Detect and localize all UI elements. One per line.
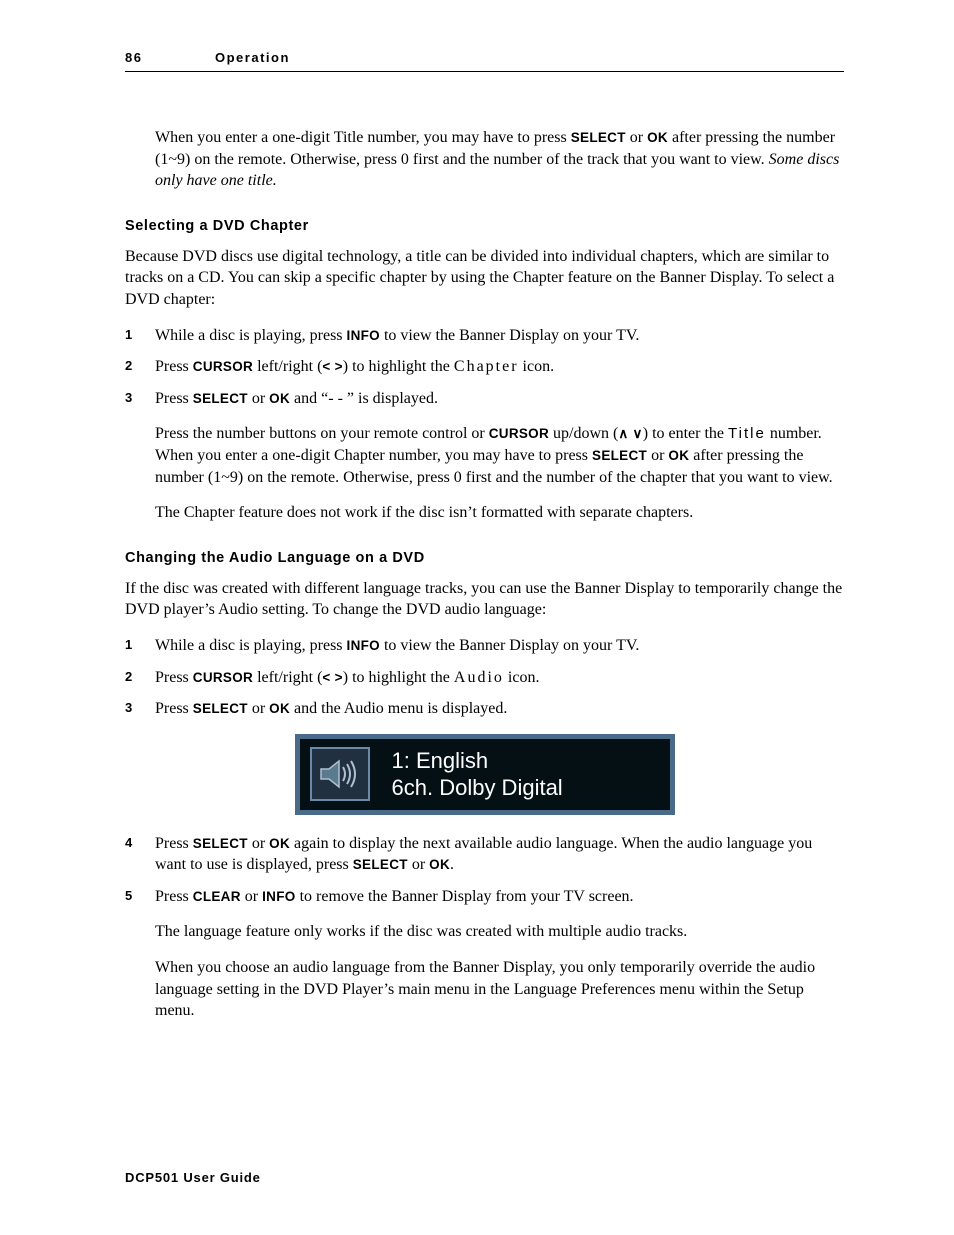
text: While a disc is playing, press xyxy=(155,327,347,344)
text: Press xyxy=(155,669,193,686)
text: to view the Banner Display on your TV. xyxy=(380,327,639,344)
step-1: While a disc is playing, press INFO to v… xyxy=(125,635,844,657)
chapter-note-1: Press the number buttons on your remote … xyxy=(155,423,844,488)
step-2: Press CURSOR left/right (< >) to highlig… xyxy=(125,356,844,378)
content: When you enter a one-digit Title number,… xyxy=(155,127,844,192)
text: left/right ( xyxy=(253,358,322,375)
text: While a disc is playing, press xyxy=(155,637,347,654)
key-select: SELECT xyxy=(571,130,626,145)
key-clear: CLEAR xyxy=(193,889,241,904)
chapter-word: Chapter xyxy=(454,358,519,375)
text: or xyxy=(408,856,429,873)
audio-word: Audio xyxy=(454,669,504,686)
title-word: Title xyxy=(728,425,766,442)
gt-icon: > xyxy=(335,670,343,685)
text: up/down ( xyxy=(549,425,618,442)
key-ok: OK xyxy=(429,857,450,872)
key-ok: OK xyxy=(269,701,290,716)
chapter-steps: While a disc is playing, press INFO to v… xyxy=(125,325,844,410)
key-select: SELECT xyxy=(193,391,248,406)
key-select: SELECT xyxy=(193,701,248,716)
text: ) to highlight the xyxy=(343,358,454,375)
key-info: INFO xyxy=(347,328,380,343)
key-ok: OK xyxy=(269,836,290,851)
key-select: SELECT xyxy=(353,857,408,872)
text: Press the number buttons on your remote … xyxy=(155,425,489,442)
key-ok: OK xyxy=(269,391,290,406)
key-cursor: CURSOR xyxy=(193,670,253,685)
audio-display-text: 1: English 6ch. Dolby Digital xyxy=(392,747,563,802)
down-icon: ∨ xyxy=(633,426,643,441)
key-select: SELECT xyxy=(193,836,248,851)
heading-audio: Changing the Audio Language on a DVD xyxy=(125,550,844,566)
step-5: Press CLEAR or INFO to remove the Banner… xyxy=(125,886,844,908)
audio-note-2: When you choose an audio language from t… xyxy=(155,957,844,1022)
text: icon. xyxy=(504,669,540,686)
heading-chapter: Selecting a DVD Chapter xyxy=(125,218,844,234)
chapter-note-2: The Chapter feature does not work if the… xyxy=(155,502,844,524)
text: or xyxy=(626,129,647,146)
text: and “- - ” is displayed. xyxy=(290,390,438,407)
section-title: Operation xyxy=(215,50,290,65)
page-number: 86 xyxy=(125,50,215,65)
text: icon. xyxy=(519,358,555,375)
step-4: Press SELECT or OK again to display the … xyxy=(125,833,844,876)
footer-label: DCP501 User Guide xyxy=(125,1170,261,1185)
text: When you enter a one-digit Title number,… xyxy=(155,129,571,146)
text: . xyxy=(450,856,454,873)
key-ok: OK xyxy=(668,448,689,463)
audio-steps-1-3: While a disc is playing, press INFO to v… xyxy=(125,635,844,720)
gt-icon: > xyxy=(335,359,343,374)
text: Press xyxy=(155,358,193,375)
text: to remove the Banner Display from your T… xyxy=(296,888,634,905)
text: or xyxy=(647,447,668,464)
step-2: Press CURSOR left/right (< >) to highlig… xyxy=(125,667,844,689)
step-3: Press SELECT or OK and the Audio menu is… xyxy=(125,698,844,720)
key-cursor: CURSOR xyxy=(489,426,549,441)
speaker-icon xyxy=(310,747,370,801)
audio-line-2: 6ch. Dolby Digital xyxy=(392,774,563,802)
text: ) to enter the xyxy=(643,425,728,442)
text: ) to highlight the xyxy=(343,669,454,686)
key-select: SELECT xyxy=(592,448,647,463)
text: or xyxy=(248,835,269,852)
audio-steps-4-5: Press SELECT or OK again to display the … xyxy=(125,833,844,908)
key-info: INFO xyxy=(262,889,295,904)
text: to view the Banner Display on your TV. xyxy=(380,637,639,654)
audio-note-1: The language feature only works if the d… xyxy=(155,921,844,943)
key-cursor: CURSOR xyxy=(193,359,253,374)
text: or xyxy=(248,390,269,407)
text: Press xyxy=(155,700,193,717)
page: 86 Operation When you enter a one-digit … xyxy=(0,0,954,1235)
text: Press xyxy=(155,390,193,407)
step-3: Press SELECT or OK and “- - ” is display… xyxy=(125,388,844,410)
text: and the Audio menu is displayed. xyxy=(290,700,507,717)
lt-icon: < xyxy=(322,359,330,374)
text: or xyxy=(241,888,262,905)
audio-line-1: 1: English xyxy=(392,747,563,775)
key-info: INFO xyxy=(347,638,380,653)
lt-icon: < xyxy=(322,670,330,685)
audio-menu-display: 1: English 6ch. Dolby Digital xyxy=(295,734,675,815)
text: or xyxy=(248,700,269,717)
page-header: 86 Operation xyxy=(125,50,844,72)
key-ok: OK xyxy=(647,130,668,145)
text: left/right ( xyxy=(253,669,322,686)
text: Press xyxy=(155,835,193,852)
chapter-intro: Because DVD discs use digital technology… xyxy=(125,246,844,311)
up-icon: ∧ xyxy=(618,426,628,441)
intro-paragraph: When you enter a one-digit Title number,… xyxy=(155,127,844,192)
audio-intro: If the disc was created with different l… xyxy=(125,578,844,621)
step-1: While a disc is playing, press INFO to v… xyxy=(125,325,844,347)
text: Press xyxy=(155,888,193,905)
